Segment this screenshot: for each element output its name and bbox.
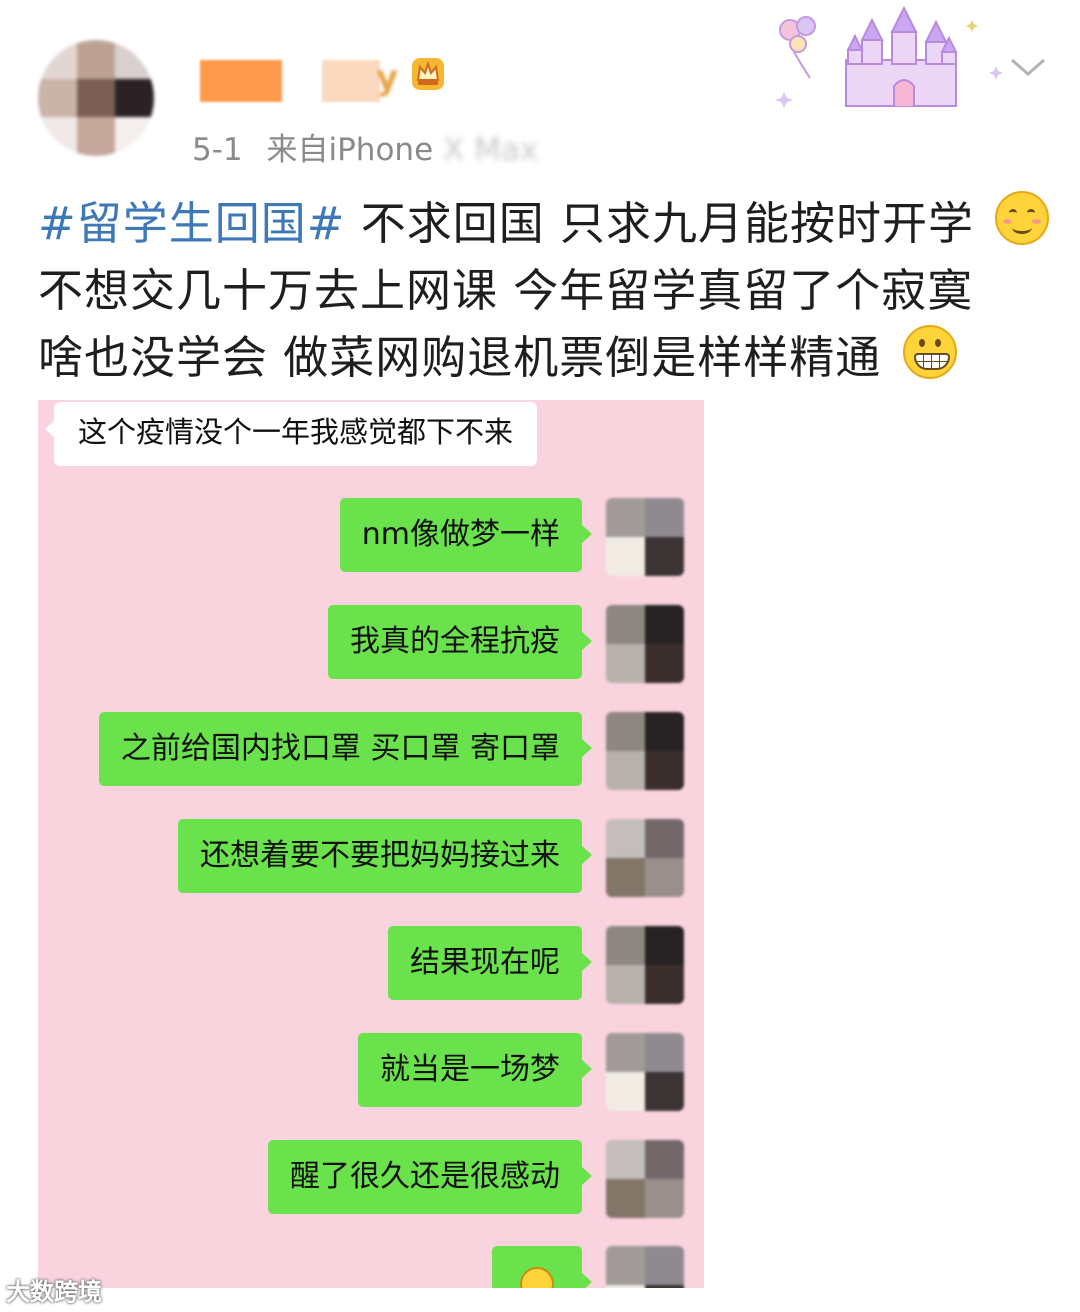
post-source-prefix: 来自 xyxy=(266,132,329,168)
sent-message: 结果现在呢 xyxy=(388,926,592,1000)
chat-avatar xyxy=(606,712,684,790)
post-meta: 5-1 来自iPhone X Max xyxy=(192,124,538,169)
sent-message: 醒了很久还是很感动 xyxy=(268,1140,592,1214)
post-device-obscured: X Max xyxy=(433,132,539,168)
sent-message: 就当是一场梦 xyxy=(358,1033,592,1107)
post-text-line-1: #留学生回国# 不求回国 只求九月能按时开学 xyxy=(38,190,1058,257)
chat-avatar xyxy=(606,1033,684,1111)
sent-message: 还想着要不要把妈妈接过来 xyxy=(178,819,592,893)
sent-message: 我真的全程抗疫 xyxy=(328,605,592,679)
chat-avatar xyxy=(606,605,684,683)
chat-avatar xyxy=(606,498,684,576)
received-message: 这个疫情没个一年我感觉都下不来 xyxy=(44,402,538,466)
chat-avatar xyxy=(606,819,684,897)
grinning-emoji-icon xyxy=(902,325,957,379)
username-fragment: y xyxy=(376,58,399,98)
hashtag-link[interactable]: #留学生回国# xyxy=(38,197,345,250)
chevron-down-icon[interactable] xyxy=(1008,52,1048,82)
username-redacted xyxy=(200,60,282,102)
castle-decoration-icon xyxy=(776,6,1003,108)
post-text-line-2: 不想交几十万去上网课 今年留学真留了个寂寞 xyxy=(38,264,974,317)
smiling-emoji-icon xyxy=(995,191,1050,245)
post-text: #留学生回国# 不求回国 只求九月能按时开学 不想交几十万去上网课 今年留学真留… xyxy=(38,190,1058,391)
sent-message: nm像做梦一样 xyxy=(339,498,593,572)
sent-message: 之前给国内找口罩 买口罩 寄口罩 xyxy=(98,712,593,786)
post-device: iPhone xyxy=(328,132,434,168)
sent-emoji-message xyxy=(492,1246,592,1288)
chat-screenshot-image[interactable]: 这个疫情没个一年我感觉都下不来 nm像做梦一样 我真的全程抗疫 之前给国内找口罩… xyxy=(38,400,704,1288)
avatar[interactable] xyxy=(38,40,154,156)
emoji-icon xyxy=(520,1266,554,1288)
post-timestamp: 5-1 xyxy=(192,132,243,168)
chat-avatar xyxy=(606,1140,684,1218)
chat-avatar xyxy=(606,1246,684,1288)
username-redacted xyxy=(322,60,380,102)
post-text-line-3: 啥也没学会 做菜网购退机票倒是样样精通 xyxy=(38,324,1058,391)
chat-avatar xyxy=(606,926,684,1004)
crown-badge-icon[interactable] xyxy=(408,54,448,94)
watermark: 大数跨境 xyxy=(6,1278,102,1306)
